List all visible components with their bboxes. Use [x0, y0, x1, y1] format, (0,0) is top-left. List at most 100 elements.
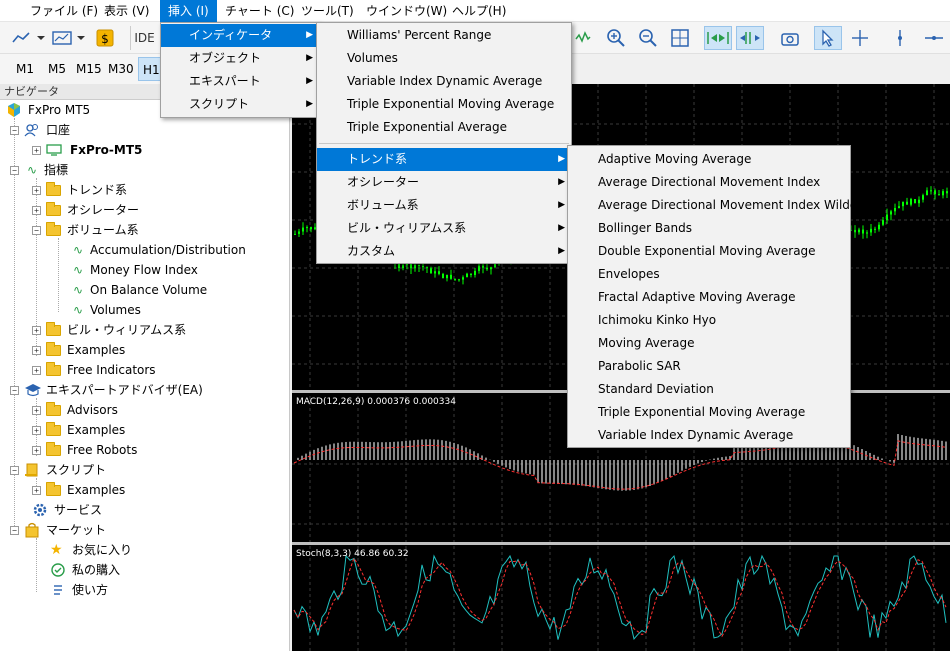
menu-item-bill-williams[interactable]: ビル・ウィリアムス系 ▶: [317, 217, 571, 240]
collapse-icon[interactable]: −: [10, 525, 19, 535]
algo-trading-icon[interactable]: $: [94, 26, 116, 50]
menu-item-indicator[interactable]: Average Directional Movement Index: [568, 171, 850, 194]
menu-item-experts[interactable]: エキスパート ▶: [161, 70, 319, 93]
tree-folder-free-robots[interactable]: + Free Robots: [32, 440, 137, 460]
menu-item-indicator[interactable]: Double Exponential Moving Average: [568, 240, 850, 263]
tree-market-purchases[interactable]: 私の購入: [50, 560, 120, 580]
chart-type-icon[interactable]: [10, 26, 46, 50]
market-item-label: 私の購入: [72, 563, 121, 577]
expand-icon[interactable]: +: [32, 185, 41, 195]
menu-item-objects[interactable]: オブジェクト ▶: [161, 47, 319, 70]
timeframe-m5[interactable]: M5: [44, 57, 70, 81]
tree-market-favorites[interactable]: ★ お気に入り: [50, 540, 132, 560]
auto-scroll-icon[interactable]: [704, 26, 732, 50]
tile-windows-icon[interactable]: [668, 26, 692, 50]
tree-folder-advisors[interactable]: + Advisors: [32, 400, 118, 420]
menu-help[interactable]: ヘルプ(H): [444, 0, 514, 22]
signal-icon[interactable]: [574, 26, 592, 50]
menu-item-indicators[interactable]: インディケータ ▶: [161, 24, 319, 47]
menu-item-recent[interactable]: Williams' Percent Range: [317, 24, 571, 47]
expand-icon[interactable]: +: [32, 325, 41, 335]
menu-item-indicator[interactable]: Variable Index Dynamic Average: [568, 424, 850, 447]
tree-folder-oscillators[interactable]: + オシレーター: [32, 200, 139, 220]
menu-item-recent[interactable]: Triple Exponential Moving Average: [317, 93, 571, 116]
menu-item-indicator[interactable]: Average Directional Movement Index Wilde…: [568, 194, 862, 217]
tree-folder-examples[interactable]: + Examples: [32, 480, 125, 500]
menu-item-indicator[interactable]: Ichimoku Kinko Hyo: [568, 309, 850, 332]
menu-insert[interactable]: 挿入 (I): [160, 0, 217, 22]
expand-icon[interactable]: +: [32, 345, 41, 355]
zoom-out-icon[interactable]: [636, 26, 660, 50]
cursor-icon[interactable]: [814, 26, 842, 50]
tree-folder-volume[interactable]: − ボリューム系: [32, 220, 139, 240]
menu-item-recent[interactable]: Variable Index Dynamic Average: [317, 70, 571, 93]
tree-indicator-item[interactable]: ∿ Money Flow Index: [70, 260, 198, 280]
menu-chart[interactable]: チャート (C): [217, 0, 302, 22]
menu-item-indicator[interactable]: Bollinger Bands: [568, 217, 850, 240]
collapse-icon[interactable]: −: [10, 125, 19, 135]
tree-indicators[interactable]: − ∿ 指標: [10, 160, 68, 180]
menu-item-indicator[interactable]: Adaptive Moving Average: [568, 148, 850, 171]
menu-view[interactable]: 表示 (V): [96, 0, 157, 22]
timeframe-m30[interactable]: M30: [104, 57, 138, 81]
ide-button[interactable]: IDE: [130, 26, 158, 50]
menu-item-recent[interactable]: Triple Exponential Average: [317, 116, 571, 139]
menu-tools[interactable]: ツール(T): [293, 0, 362, 22]
template-icon[interactable]: [50, 26, 86, 50]
menu-item-trend[interactable]: トレンド系 ▶: [317, 148, 571, 171]
tree-indicator-item[interactable]: ∿ On Balance Volume: [70, 280, 207, 300]
expand-icon[interactable]: +: [32, 205, 41, 215]
tree-root[interactable]: FxPro MT5: [6, 100, 90, 120]
menu-item-indicator[interactable]: Parabolic SAR: [568, 355, 850, 378]
menu-window[interactable]: ウインドウ(W): [358, 0, 455, 22]
tree-folder-examples[interactable]: + Examples: [32, 340, 125, 360]
pane-divider[interactable]: [292, 542, 950, 545]
collapse-icon[interactable]: −: [10, 165, 19, 175]
tree-experts[interactable]: − エキスパートアドバイザ(EA): [10, 380, 203, 400]
tree-indicator-item[interactable]: ∿ Volumes: [70, 300, 141, 320]
tree-services[interactable]: サービス: [32, 500, 102, 520]
tree-folder-trend[interactable]: + トレンド系: [32, 180, 127, 200]
menu-item-indicator[interactable]: Triple Exponential Moving Average: [568, 401, 850, 424]
collapse-icon[interactable]: −: [32, 225, 41, 235]
tree-market-howto[interactable]: 使い方: [50, 580, 108, 600]
vertical-line-icon[interactable]: [888, 26, 912, 50]
menu-item-scripts[interactable]: スクリプト ▶: [161, 93, 319, 116]
timeframe-m15[interactable]: M15: [72, 57, 106, 81]
expand-icon[interactable]: +: [32, 145, 41, 155]
expand-icon[interactable]: +: [32, 445, 41, 455]
crosshair-icon[interactable]: [848, 26, 872, 50]
zoom-in-icon[interactable]: [604, 26, 628, 50]
menu-item-indicator[interactable]: Fractal Adaptive Moving Average: [568, 286, 850, 309]
timeframe-m1[interactable]: M1: [12, 57, 38, 81]
collapse-icon[interactable]: −: [10, 465, 19, 475]
horizontal-line-icon[interactable]: [922, 26, 946, 50]
menu-item-indicator[interactable]: Envelopes: [568, 263, 850, 286]
expand-icon[interactable]: +: [32, 425, 41, 435]
menu-item-oscillators[interactable]: オシレーター ▶: [317, 171, 571, 194]
tree-folder-bill-williams[interactable]: + ビル・ウィリアムス系: [32, 320, 186, 340]
folder-label: Free Indicators: [67, 363, 156, 377]
tree-market[interactable]: − マーケット: [10, 520, 106, 540]
tree-indicator-item[interactable]: ∿ Accumulation/Distribution: [70, 240, 246, 260]
tree-account-fxpro[interactable]: + FxPro-MT5: [32, 140, 142, 160]
insert-menu: インディケータ ▶ オブジェクト ▶ エキスパート ▶ スクリプト ▶: [160, 22, 320, 118]
menu-item-recent[interactable]: Volumes: [317, 47, 571, 70]
macd-label: MACD(12,26,9) 0.000376 0.000334: [296, 397, 456, 407]
tree-folder-free-indicators[interactable]: + Free Indicators: [32, 360, 156, 380]
market-label: マーケット: [46, 523, 107, 537]
tree-scripts[interactable]: − スクリプト: [10, 460, 106, 480]
expand-icon[interactable]: +: [32, 365, 41, 375]
chart-shift-icon[interactable]: [736, 26, 764, 50]
expand-icon[interactable]: +: [32, 485, 41, 495]
menu-item-custom[interactable]: カスタム ▶: [317, 240, 571, 263]
collapse-icon[interactable]: −: [10, 385, 19, 395]
menu-file[interactable]: ファイル (F): [22, 0, 106, 22]
expand-icon[interactable]: +: [32, 405, 41, 415]
screenshot-icon[interactable]: [778, 26, 802, 50]
menu-item-volume[interactable]: ボリューム系 ▶: [317, 194, 571, 217]
menu-item-indicator[interactable]: Moving Average: [568, 332, 850, 355]
menu-item-indicator[interactable]: Standard Deviation: [568, 378, 850, 401]
tree-accounts[interactable]: − 口座: [10, 120, 70, 140]
tree-folder-examples[interactable]: + Examples: [32, 420, 125, 440]
